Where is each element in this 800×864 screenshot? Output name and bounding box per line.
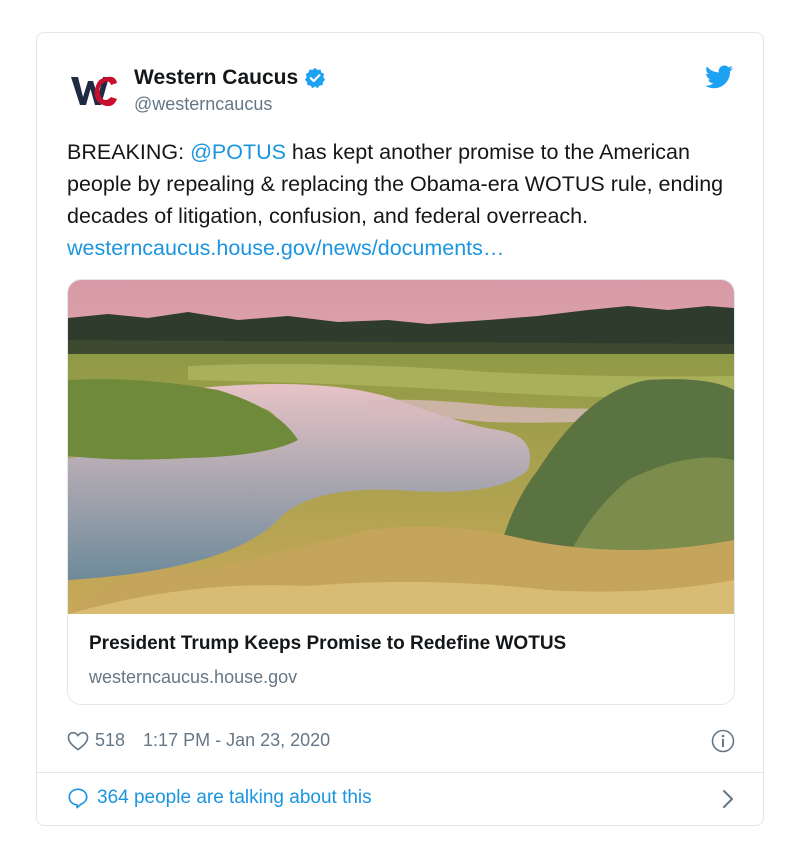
- link-preview-card[interactable]: President Trump Keeps Promise to Redefin…: [67, 279, 735, 705]
- tweet-meta: 518 1:17 PM - Jan 23, 2020: [67, 730, 330, 751]
- tweet-text-intro: BREAKING:: [67, 140, 191, 164]
- conversation-label[interactable]: 364 people are talking about this: [97, 787, 372, 809]
- info-icon[interactable]: [711, 729, 735, 753]
- card-domain[interactable]: westerncaucus.house.gov: [89, 667, 297, 688]
- card-title[interactable]: President Trump Keeps Promise to Redefin…: [89, 633, 566, 655]
- comment-icon: [68, 788, 88, 809]
- timestamp[interactable]: 1:17 PM - Jan 23, 2020: [143, 730, 330, 751]
- article-url-link[interactable]: westerncaucus.house.gov/news/documents…: [67, 236, 504, 260]
- tweet-text: BREAKING: @POTUS has kept another promis…: [67, 136, 747, 264]
- like-count[interactable]: 518: [95, 730, 125, 751]
- divider: [37, 772, 763, 773]
- tweet-embed: Western Caucus @westerncaucus BREAKING: …: [36, 32, 764, 826]
- chevron-right-icon[interactable]: [721, 789, 735, 809]
- western-caucus-logo[interactable]: [71, 75, 117, 107]
- author-name[interactable]: Western Caucus: [134, 66, 326, 90]
- verified-badge-icon: [305, 67, 326, 89]
- heart-icon[interactable]: [67, 731, 89, 751]
- mention-link[interactable]: @POTUS: [190, 140, 286, 164]
- conversation-link[interactable]: 364 people are talking about this: [67, 787, 735, 809]
- author-name-text[interactable]: Western Caucus: [134, 66, 298, 90]
- twitter-bird-icon[interactable]: [705, 65, 733, 89]
- card-image[interactable]: [68, 280, 734, 614]
- author-handle[interactable]: @westerncaucus: [134, 94, 272, 115]
